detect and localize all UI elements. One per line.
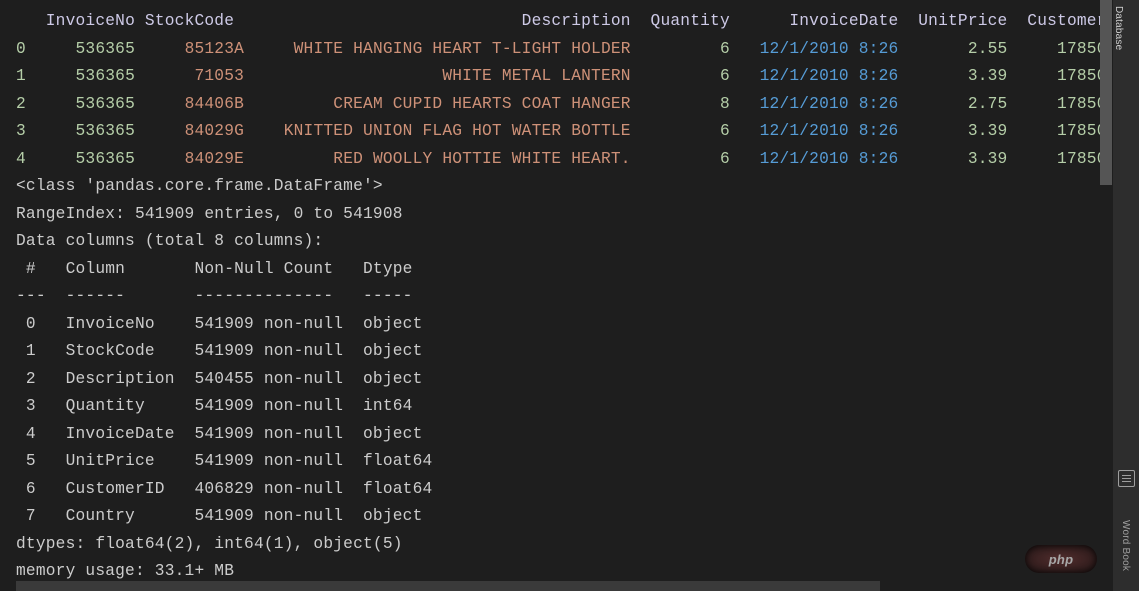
table-row: 3 536365 84029G KNITTED UNION FLAG HOT W…	[16, 118, 1106, 146]
table-row: 4 536365 84029E RED WOOLLY HOTTIE WHITE …	[16, 146, 1106, 174]
col-stockcode: StockCode	[145, 12, 254, 30]
cell-invoicedate: 12/1/2010 8:26	[740, 122, 909, 140]
table-row: 1 536365 71053 WHITE METAL LANTERN 6 12/…	[16, 63, 1106, 91]
cell-customerid: 17850.0	[1017, 150, 1106, 168]
cell-unitprice: 3.39	[908, 150, 1017, 168]
cell-stockcode: 85123A	[145, 40, 254, 58]
cell-invoiceno: 536365	[46, 67, 145, 85]
info-line: 6 CustomerID 406829 non-null float64	[16, 476, 1106, 504]
row-index: 4	[16, 150, 46, 168]
cell-description: RED WOOLLY HOTTIE WHITE HEART.	[254, 150, 641, 168]
cell-stockcode: 84029G	[145, 122, 254, 140]
cell-unitprice: 3.39	[908, 122, 1017, 140]
cell-quantity: 6	[641, 150, 740, 168]
cell-stockcode: 84406B	[145, 95, 254, 113]
cell-description: WHITE HANGING HEART T-LIGHT HOLDER	[254, 40, 641, 58]
info-line: 7 Country 541909 non-null object	[16, 503, 1106, 531]
cell-invoicedate: 12/1/2010 8:26	[740, 150, 909, 168]
info-line: 3 Quantity 541909 non-null int64	[16, 393, 1106, 421]
col-description: Description	[254, 12, 641, 30]
sidebar-tab-wordbook[interactable]: Word Book	[1120, 520, 1131, 571]
cell-invoicedate: 12/1/2010 8:26	[740, 67, 909, 85]
row-index: 0	[16, 40, 46, 58]
cell-invoiceno: 536365	[46, 40, 145, 58]
info-line: --- ------ -------------- -----	[16, 283, 1106, 311]
cell-quantity: 6	[641, 40, 740, 58]
sidebar-tab-database[interactable]: Database	[1113, 0, 1124, 56]
cell-invoiceno: 536365	[46, 95, 145, 113]
selection-highlight	[16, 581, 880, 591]
info-line: 0 InvoiceNo 541909 non-null object	[16, 311, 1106, 339]
cell-unitprice: 3.39	[908, 67, 1017, 85]
cell-customerid: 17850.0	[1017, 40, 1106, 58]
info-line: 2 Description 540455 non-null object	[16, 366, 1106, 394]
vertical-scrollbar[interactable]	[1100, 0, 1112, 185]
col-unitprice: UnitPrice	[908, 12, 1017, 30]
table-row: 2 536365 84406B CREAM CUPID HEARTS COAT …	[16, 91, 1106, 119]
cell-customerid: 17850.0	[1017, 95, 1106, 113]
wordbook-icon[interactable]	[1118, 470, 1135, 487]
php-watermark: php	[1025, 545, 1097, 573]
info-line: RangeIndex: 541909 entries, 0 to 541908	[16, 201, 1106, 229]
info-line: <class 'pandas.core.frame.DataFrame'>	[16, 173, 1106, 201]
cell-unitprice: 2.55	[908, 40, 1017, 58]
sidebar: Database Word Book	[1113, 0, 1139, 591]
cell-unitprice: 2.75	[908, 95, 1017, 113]
info-line: 4 InvoiceDate 541909 non-null object	[16, 421, 1106, 449]
info-line: 5 UnitPrice 541909 non-null float64	[16, 448, 1106, 476]
col-invoicedate: InvoiceDate	[740, 12, 909, 30]
table-row: 0 536365 85123A WHITE HANGING HEART T-LI…	[16, 36, 1106, 64]
row-index: 2	[16, 95, 46, 113]
col-invoiceno: InvoiceNo	[46, 12, 145, 30]
cell-invoiceno: 536365	[46, 150, 145, 168]
row-index: 3	[16, 122, 46, 140]
output-area: InvoiceNo StockCode Description Quantity…	[16, 8, 1106, 588]
blank	[16, 12, 46, 30]
info-line: dtypes: float64(2), int64(1), object(5)	[16, 531, 1106, 559]
row-index: 1	[16, 67, 46, 85]
cell-quantity: 6	[641, 122, 740, 140]
cell-quantity: 8	[641, 95, 740, 113]
cell-stockcode: 84029E	[145, 150, 254, 168]
info-line: 1 StockCode 541909 non-null object	[16, 338, 1106, 366]
cell-invoiceno: 536365	[46, 122, 145, 140]
cell-description: WHITE METAL LANTERN	[254, 67, 641, 85]
info-line: Data columns (total 8 columns):	[16, 228, 1106, 256]
cell-customerid: 17850.0	[1017, 67, 1106, 85]
cell-invoicedate: 12/1/2010 8:26	[740, 95, 909, 113]
cell-invoicedate: 12/1/2010 8:26	[740, 40, 909, 58]
cell-customerid: 17850.0	[1017, 122, 1106, 140]
col-customerid: CustomerID	[1017, 12, 1106, 30]
col-quantity: Quantity	[641, 12, 740, 30]
info-line: # Column Non-Null Count Dtype	[16, 256, 1106, 284]
cell-quantity: 6	[641, 67, 740, 85]
cell-stockcode: 71053	[145, 67, 254, 85]
table-header-row: InvoiceNo StockCode Description Quantity…	[16, 8, 1106, 36]
cell-description: KNITTED UNION FLAG HOT WATER BOTTLE	[254, 122, 641, 140]
cell-description: CREAM CUPID HEARTS COAT HANGER	[254, 95, 641, 113]
